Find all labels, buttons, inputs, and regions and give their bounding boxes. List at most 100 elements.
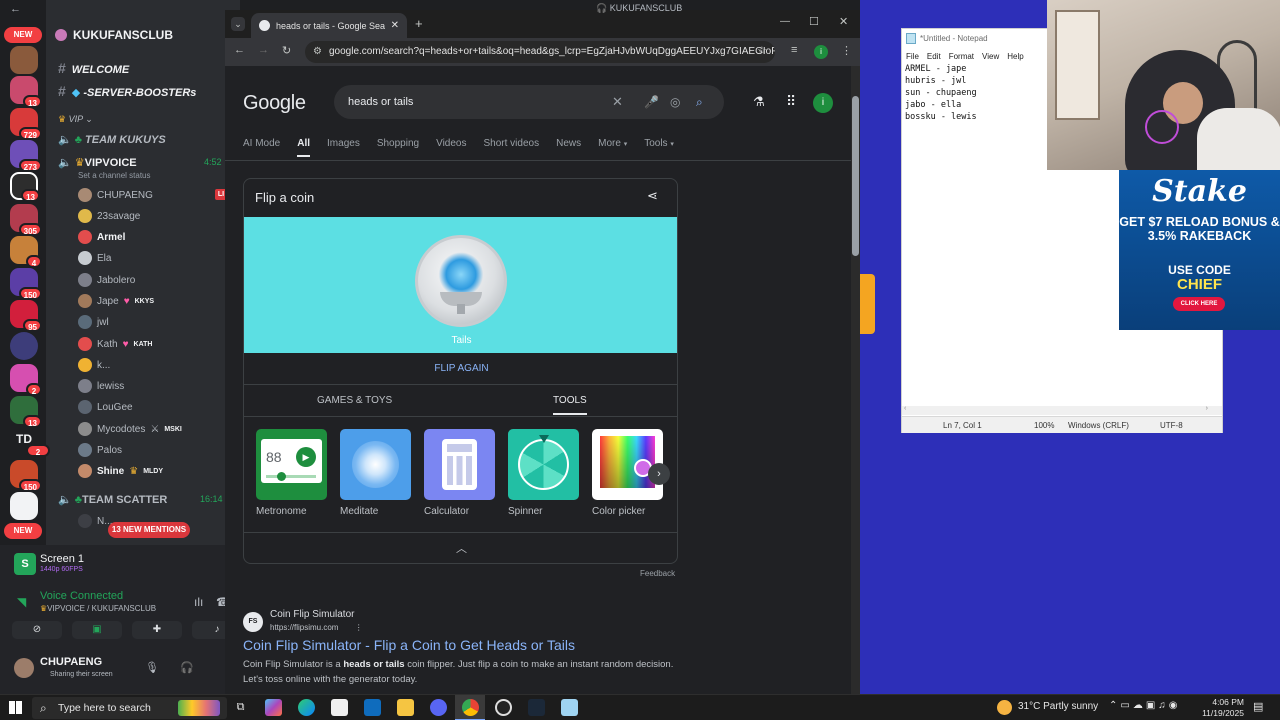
headphones-icon[interactable]: 🎧	[180, 661, 194, 674]
server-icon[interactable]	[10, 46, 38, 74]
tool-meditate[interactable]: Meditate	[340, 429, 411, 517]
stake-ad-banner[interactable]: Stake GET $7 RELOAD BONUS & 3.5% RAKEBAC…	[1119, 170, 1280, 330]
forward-icon[interactable]: →	[258, 44, 269, 56]
server-icon[interactable]	[10, 492, 38, 520]
category-vip[interactable]: ♛ VIP ⌄	[58, 114, 93, 125]
close-icon[interactable]: ✕	[391, 20, 399, 31]
server-icon-active[interactable]: 13	[10, 172, 40, 202]
menu-help[interactable]: Help	[1007, 52, 1023, 61]
flip-again-button[interactable]: FLIP AGAIN	[244, 353, 677, 385]
tool-calculator[interactable]: Calculator	[424, 429, 495, 517]
tool-metronome[interactable]: 88 ▶ Metronome	[256, 429, 327, 517]
menu-view[interactable]: View	[982, 52, 999, 61]
tab-games-toys[interactable]: GAMES & TOYS	[317, 395, 392, 406]
apps-grid-icon[interactable]: ⠿	[786, 93, 796, 110]
page-scrollbar[interactable]	[851, 66, 860, 694]
site-favicon[interactable]: FS	[243, 612, 263, 632]
file-explorer-icon[interactable]	[397, 699, 414, 716]
menu-edit[interactable]: Edit	[927, 52, 941, 61]
channel-server-boosters[interactable]: # ◆ -SERVER-BOOSTERs	[58, 83, 196, 99]
voice-member[interactable]: Kath ♥ KATH	[78, 335, 152, 353]
server-icon[interactable]: 13	[10, 76, 42, 108]
notepad-taskbar-icon[interactable]	[561, 699, 578, 716]
tab-images[interactable]: Images	[327, 138, 360, 157]
chrome-icon[interactable]	[462, 699, 479, 716]
server-icon[interactable]: 729	[10, 108, 42, 140]
voice-member[interactable]: LouGee	[78, 398, 133, 416]
tab-search-icon[interactable]: ⌄	[231, 17, 245, 31]
labs-flask-icon[interactable]: ⚗	[753, 94, 765, 110]
scroll-left-icon[interactable]: ‹	[904, 405, 906, 412]
task-view-icon[interactable]: ⧉	[232, 699, 249, 716]
notifications-icon[interactable]: ▤	[1253, 700, 1263, 713]
voice-member[interactable]: k...	[78, 356, 110, 374]
google-logo[interactable]: Google	[243, 92, 306, 115]
scrollbar-thumb[interactable]	[852, 96, 859, 256]
server-icon[interactable]: 150	[10, 460, 42, 492]
voice-member[interactable]: Jape ♥ KKYS	[78, 292, 154, 310]
lens-icon[interactable]: ◎	[670, 85, 680, 119]
channel-status[interactable]: Set a channel status	[78, 171, 151, 180]
server-header[interactable]: KUKUFANSCLUB	[55, 28, 240, 48]
voice-member[interactable]: 23savage	[78, 207, 140, 225]
tab-more[interactable]: More ▾	[598, 138, 627, 157]
menu-file[interactable]: File	[906, 52, 919, 61]
activities-button[interactable]: ✚	[132, 621, 182, 639]
result-title-link[interactable]: Coin Flip Simulator - Flip a Coin to Get…	[243, 637, 575, 653]
voice-member[interactable]: CHUPAENG	[78, 186, 153, 204]
coin-area[interactable]: Tails	[244, 217, 677, 353]
menu-format[interactable]: Format	[949, 52, 974, 61]
tab-ai-mode[interactable]: AI Mode	[243, 138, 280, 157]
new-unreads-pill[interactable]: NEW	[4, 27, 42, 43]
edge-icon[interactable]	[298, 699, 315, 716]
server-icon[interactable]: 150	[10, 268, 42, 300]
notepad-text-area[interactable]: ARMEL - jape hubris - jwl sun - chupaeng…	[905, 63, 977, 123]
new-tab-icon[interactable]: +	[415, 16, 423, 31]
share-icon[interactable]: ⋖	[647, 188, 658, 204]
search-input[interactable]: heads or tails ✕ 🎤 ◎ ⌕	[334, 85, 724, 119]
microphone-icon[interactable]: 🎤	[644, 85, 659, 119]
windows-start-icon[interactable]	[9, 701, 22, 714]
maximize-icon[interactable]: ☐	[809, 15, 819, 28]
server-icon[interactable]: 305	[10, 204, 42, 236]
voice-member[interactable]: Mycodotes ⚔ MSKI	[78, 420, 182, 438]
discord-icon[interactable]	[430, 699, 447, 716]
camera-off-button[interactable]: ⊘	[12, 621, 62, 639]
obs-icon[interactable]	[495, 699, 512, 716]
profile-avatar[interactable]: i	[814, 45, 828, 59]
scroll-right-icon[interactable]: ›	[1206, 405, 1208, 412]
channel-team-kukuys[interactable]: 🔈 ♣ TEAM KUKUYS	[58, 133, 166, 146]
tab-news[interactable]: News	[556, 138, 581, 157]
server-icon[interactable]: 273	[10, 140, 42, 172]
account-avatar[interactable]: i	[813, 93, 833, 113]
microphone-icon[interactable]: 🎙	[145, 661, 159, 674]
reload-icon[interactable]: ↻	[282, 44, 291, 57]
tab-videos[interactable]: Videos	[436, 138, 466, 157]
channel-team-scatter[interactable]: 🔈 ♣TEAM SCATTER	[58, 493, 167, 506]
server-icon[interactable]: 2	[10, 364, 42, 396]
tool-spinner[interactable]: Spinner	[508, 429, 579, 517]
steam-icon[interactable]	[528, 699, 545, 716]
new-unreads-pill[interactable]: NEW	[4, 523, 42, 539]
outlook-icon[interactable]	[364, 699, 381, 716]
stream-button[interactable]: ▣	[72, 621, 122, 639]
tab-short-videos[interactable]: Short videos	[484, 138, 540, 157]
taskbar-search-input[interactable]: ⌕ Type here to search	[32, 697, 227, 719]
system-tray-icons[interactable]: ⌃▭☁▣♫◉	[1109, 700, 1181, 711]
server-icon[interactable]	[10, 332, 38, 360]
address-bar[interactable]: ⚙ google.com/search?q=heads+or+tails&oq=…	[305, 41, 775, 63]
tab-tools-active[interactable]: TOOLS	[553, 395, 587, 415]
noise-suppression-icon[interactable]: ılı	[194, 595, 203, 609]
voice-member[interactable]: lewiss	[78, 377, 124, 395]
back-icon[interactable]: ←	[234, 44, 245, 56]
media-controls-icon[interactable]: ≡	[791, 44, 797, 56]
channel-vipvoice[interactable]: 🔈 ♛VIPVOICE	[58, 156, 137, 169]
tab-google-search[interactable]: heads or tails - Google Search ✕	[251, 13, 407, 38]
voice-member[interactable]: jwl	[78, 313, 109, 331]
new-mentions-pill[interactable]: 13 NEW MENTIONS	[108, 522, 190, 538]
collapse-widget-button[interactable]: ︿	[244, 532, 677, 563]
tab-shopping[interactable]: Shopping	[377, 138, 419, 157]
voice-location[interactable]: ♛VIPVOICE / KUKUFANSCLUB	[40, 604, 156, 613]
minimize-icon[interactable]: —	[780, 16, 790, 27]
voice-member[interactable]: Ela	[78, 249, 111, 267]
